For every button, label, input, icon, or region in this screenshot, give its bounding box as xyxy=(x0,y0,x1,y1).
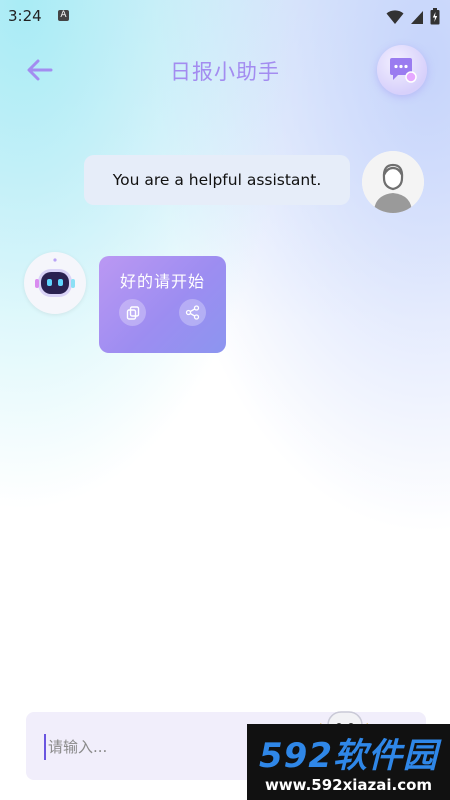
chat-history-button[interactable] xyxy=(377,45,427,95)
status-bar: 3:24 A xyxy=(0,0,450,32)
copy-icon xyxy=(126,305,139,320)
copy-button[interactable] xyxy=(119,299,146,326)
chat-history-icon xyxy=(390,58,417,83)
battery-icon xyxy=(430,8,440,25)
watermark-url-text: www.592xiazai.com xyxy=(264,776,433,794)
header: 日报小助手 xyxy=(0,40,450,100)
user-message-text: You are a helpful assistant. xyxy=(112,171,322,189)
page-background xyxy=(0,0,450,800)
share-button[interactable] xyxy=(179,299,206,326)
status-icons xyxy=(386,8,440,25)
signal-icon xyxy=(411,10,423,24)
status-time: 3:24 xyxy=(8,7,42,25)
watermark-main-text: 592软件园 xyxy=(259,736,438,776)
assistant-avatar xyxy=(24,252,86,314)
share-icon xyxy=(185,305,200,320)
assistant-message-bubble: 好的请开始 xyxy=(99,256,226,353)
wifi-icon xyxy=(386,9,404,24)
watermark-logo: 592软件园 www.592xiazai.com xyxy=(247,724,450,800)
message-input[interactable] xyxy=(44,734,250,760)
user-message-bubble: You are a helpful assistant. xyxy=(84,155,350,205)
notification-icon: A xyxy=(58,10,69,21)
user-avatar-icon xyxy=(362,151,424,213)
user-avatar xyxy=(362,151,424,213)
assistant-message-text: 好的请开始 xyxy=(119,272,205,291)
robot-avatar-icon xyxy=(35,258,75,297)
